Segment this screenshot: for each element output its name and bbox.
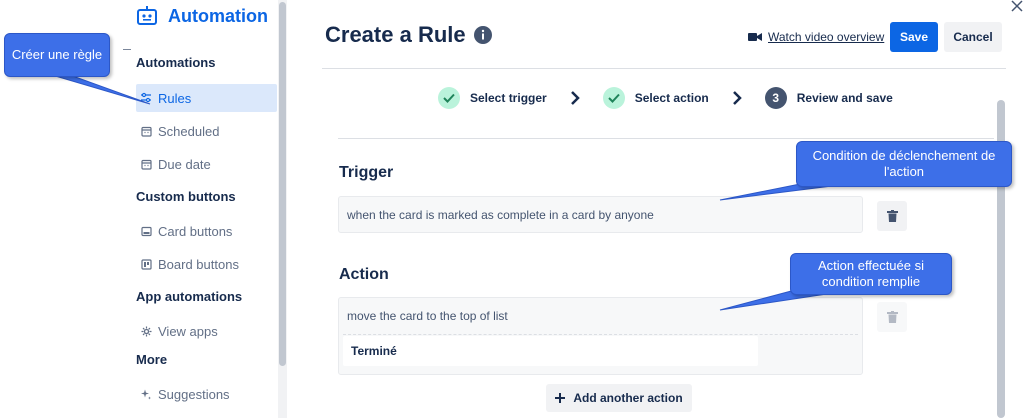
step-number: 3 xyxy=(764,87,787,109)
calendar-icon xyxy=(140,125,152,137)
sidebar-item-view-apps[interactable]: View apps xyxy=(136,317,277,345)
delete-trigger-button[interactable] xyxy=(877,201,907,231)
sidebar-scrollbar-thumb[interactable] xyxy=(279,2,286,366)
callout-trigger-condition: Condition de déclenchement de l'action xyxy=(796,141,1012,187)
action-box[interactable]: move the card to the top of list Terminé xyxy=(338,297,863,375)
action-text: move the card to the top of list xyxy=(347,309,508,323)
sidebar-item-label: Due date xyxy=(158,156,211,172)
check-icon xyxy=(602,87,625,109)
sidebar-title: Automation xyxy=(168,5,268,26)
step-label: Select action xyxy=(634,91,709,105)
sparkle-icon xyxy=(140,388,152,400)
step-select-trigger: Select trigger xyxy=(438,87,547,109)
check-icon xyxy=(438,87,460,109)
sidebar-header: Automation xyxy=(136,3,268,29)
callout-action-performed: Action effectuée si condition remplie xyxy=(790,253,952,295)
sidebar-item-rules[interactable]: Rules xyxy=(136,84,277,112)
plus-icon xyxy=(555,393,566,403)
list-value: Terminé xyxy=(351,344,397,358)
action-title: Action xyxy=(339,266,389,283)
panel-top-border xyxy=(322,68,1006,69)
step-review-and-save: 3 Review and save xyxy=(764,87,893,109)
cancel-button[interactable]: Cancel xyxy=(944,22,1002,52)
sidebar-item-label: Card buttons xyxy=(158,223,233,239)
robot-icon xyxy=(137,6,157,25)
gear-icon xyxy=(140,325,152,337)
save-button[interactable]: Save xyxy=(890,22,938,52)
add-another-action-button[interactable]: Add another action xyxy=(546,384,692,412)
board-icon xyxy=(140,258,152,270)
step-select-action: Select action xyxy=(602,87,709,109)
sidebar-item-due-date[interactable]: Due date xyxy=(136,150,277,178)
callout-create-rule: Créer une règle xyxy=(4,33,110,77)
sidebar-item-label: Suggestions xyxy=(158,386,230,402)
sidebar-item-label: Board buttons xyxy=(158,256,239,272)
video-camera-icon xyxy=(748,33,762,41)
section-more: More xyxy=(136,352,168,367)
add-action-label: Add another action xyxy=(573,391,683,405)
sidebar-item-board-buttons[interactable]: Board buttons xyxy=(136,250,277,278)
chevron-right-icon xyxy=(732,91,742,105)
section-automations: Automations xyxy=(136,55,216,70)
section-divider xyxy=(338,138,994,139)
sidebar-item-label: Rules xyxy=(158,90,192,106)
step-indicator: Select trigger Select action 3 Review an… xyxy=(438,86,893,110)
info-icon[interactable] xyxy=(473,26,492,44)
trigger-box[interactable]: when the card is marked as complete in a… xyxy=(338,196,863,233)
trash-icon xyxy=(886,311,898,323)
close-icon[interactable] xyxy=(1010,0,1024,14)
action-box-separator xyxy=(343,334,858,335)
calendar-icon xyxy=(140,158,152,170)
watch-video-label: Watch video overview xyxy=(768,30,885,44)
trigger-text: when the card is marked as complete in a… xyxy=(347,208,654,222)
page-title: Create a Rule xyxy=(325,22,492,48)
list-value-field[interactable]: Terminé xyxy=(343,336,758,366)
trigger-title: Trigger xyxy=(339,164,394,181)
delete-action-button[interactable] xyxy=(877,302,907,332)
sidebar-item-label: Scheduled xyxy=(158,123,220,139)
chevron-right-icon xyxy=(570,91,580,105)
sidebar-collapse-mark xyxy=(123,49,131,50)
main-panel: Create a Rule Watch video overview Save … xyxy=(300,0,1006,418)
section-custom-buttons: Custom buttons xyxy=(136,189,236,204)
panel-scrollbar[interactable] xyxy=(996,70,1006,418)
sidebar-item-label: View apps xyxy=(158,323,218,339)
section-app-automations: App automations xyxy=(136,289,243,304)
step-label: Select trigger xyxy=(470,91,547,105)
sidebar: Automation Automations Rules Scheduled D… xyxy=(128,0,278,418)
card-icon xyxy=(140,225,152,237)
trash-icon xyxy=(886,210,898,222)
sliders-icon xyxy=(140,92,152,104)
sidebar-item-suggestions[interactable]: Suggestions xyxy=(136,380,277,408)
sidebar-item-card-buttons[interactable]: Card buttons xyxy=(136,217,277,245)
page-title-text: Create a Rule xyxy=(325,22,466,47)
step-label: Review and save xyxy=(796,91,893,105)
watch-video-link[interactable]: Watch video overview xyxy=(748,30,884,44)
sidebar-item-scheduled[interactable]: Scheduled xyxy=(136,117,277,145)
sidebar-scrollbar[interactable] xyxy=(278,0,287,418)
